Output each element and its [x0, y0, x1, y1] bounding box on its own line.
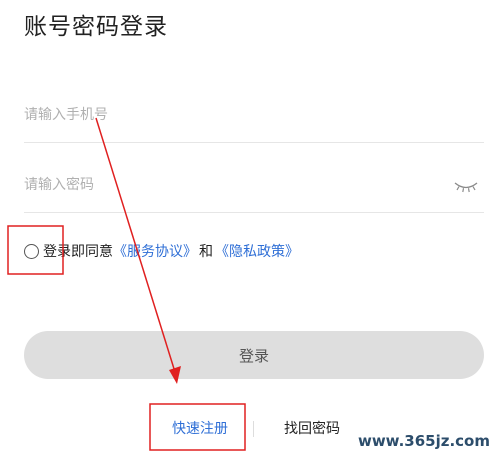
privacy-policy-link[interactable]: 《隐私政策》 [215, 241, 299, 261]
agreement-prefix: 登录即同意 [43, 244, 113, 260]
agreement-conjunction: 和 [199, 244, 213, 260]
quick-register-link[interactable]: 快速注册 [160, 418, 240, 438]
phone-input[interactable] [24, 102, 424, 128]
annotation-overlay [7, 117, 246, 451]
terms-of-service-link[interactable]: 《服务协议》 [113, 241, 197, 261]
watermark: www.365jz.com [357, 432, 490, 450]
login-button[interactable]: 登录 [24, 331, 484, 379]
password-input[interactable] [24, 172, 424, 198]
phone-field[interactable] [24, 86, 484, 143]
eye-closed-icon[interactable] [454, 180, 478, 194]
agreement-radio[interactable] [24, 243, 39, 259]
agreement-row: 登录即同意 《服务协议》 和 《隐私政策》 [24, 238, 299, 264]
page-title: 账号密码登录 [24, 14, 168, 40]
footer-divider [253, 421, 254, 437]
forgot-password-link[interactable]: 找回密码 [272, 418, 352, 438]
password-field[interactable] [24, 156, 484, 213]
